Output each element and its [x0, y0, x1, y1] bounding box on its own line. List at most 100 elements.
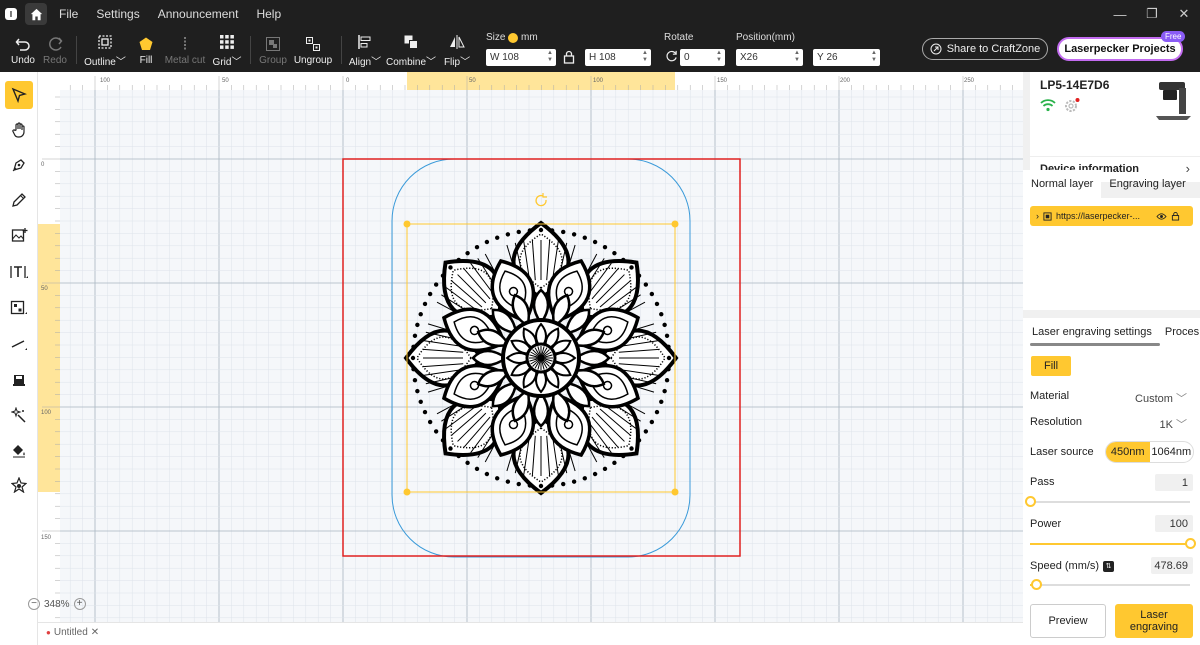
file-tab[interactable]: ● Untitled ✕: [46, 627, 99, 638]
close-tab-icon[interactable]: ✕: [91, 627, 99, 638]
power-input[interactable]: 100: [1155, 515, 1193, 532]
align-button[interactable]: Align﹀: [348, 28, 382, 72]
group-button[interactable]: Group: [258, 28, 288, 72]
speed-slider-knob[interactable]: [1031, 579, 1043, 590]
laser-engraving-button[interactable]: Laser engraving: [1115, 604, 1193, 638]
preview-button[interactable]: Preview: [1030, 604, 1106, 638]
ruler-top-label: 100: [100, 78, 111, 84]
x-stepper-icon[interactable]: ▲ ▼: [794, 50, 800, 64]
height-value: 108: [599, 52, 616, 63]
tab-engraving-layer[interactable]: Engraving layer: [1101, 170, 1193, 198]
gear-icon[interactable]: [1063, 97, 1081, 113]
tab-process[interactable]: Proces: [1152, 318, 1199, 346]
fill-button[interactable]: Fill: [132, 28, 160, 72]
position-label: Position(mm): [736, 32, 795, 43]
ungroup-button[interactable]: Ungroup: [293, 28, 333, 72]
line-tool[interactable]: [5, 330, 33, 358]
magic-tool[interactable]: [5, 401, 33, 429]
material-row[interactable]: Material Custom ﹀: [1030, 390, 1193, 405]
resolution-value: 1K: [1159, 419, 1173, 431]
text-tool[interactable]: [5, 258, 33, 286]
flip-button[interactable]: Flip﹀: [442, 28, 472, 72]
metal-cut-button[interactable]: Metal cut: [163, 28, 207, 72]
lock-ratio-button[interactable]: [563, 50, 575, 67]
barcode-tool[interactable]: [5, 294, 33, 322]
paint-bucket-tool[interactable]: [5, 436, 33, 464]
redo-button[interactable]: Redo: [40, 28, 70, 72]
y-stepper-icon[interactable]: ▲ ▼: [871, 50, 877, 64]
speed-slider[interactable]: [1030, 579, 1190, 590]
resolution-select[interactable]: 1K ﹀: [1159, 416, 1187, 432]
width-input[interactable]: W 108 ▲ ▼: [486, 49, 556, 66]
tab-normal-layer[interactable]: Normal layer: [1023, 170, 1102, 198]
pass-slider[interactable]: [1025, 496, 1190, 507]
eye-visibility-icon[interactable]: [1156, 212, 1167, 221]
lock-layer-icon[interactable]: [1171, 211, 1180, 221]
stamp-icon: [13, 375, 25, 386]
pencil-tool[interactable]: [5, 186, 33, 214]
minimize-icon[interactable]: —: [1104, 0, 1136, 28]
image-tool[interactable]: [5, 221, 33, 249]
resize-handle-bottom-right[interactable]: [671, 488, 679, 496]
laser-source-1064nm[interactable]: 1064nm: [1150, 442, 1194, 462]
tab-laser-engraving-settings[interactable]: Laser engraving settings: [1023, 318, 1152, 346]
resize-handle-top-left[interactable]: [403, 220, 411, 228]
size-label: Size: [486, 32, 506, 43]
speed-unit-toggle-icon[interactable]: ⇅: [1103, 560, 1115, 572]
metal-cut-label: Metal cut: [164, 54, 206, 66]
design-canvas[interactable]: 100 50 0 50 100 150 200 250 0 50 100 150: [38, 72, 1023, 622]
power-slider[interactable]: [1030, 538, 1196, 549]
restore-icon[interactable]: ❐: [1136, 0, 1168, 28]
close-icon[interactable]: ✕: [1168, 0, 1200, 28]
menu-file[interactable]: File: [59, 7, 78, 21]
layer-item[interactable]: › https://laserpecker-...: [1030, 206, 1193, 226]
resolution-row[interactable]: Resolution 1K ﹀: [1030, 416, 1193, 431]
zoom-out-icon[interactable]: −: [28, 598, 40, 610]
height-input[interactable]: H 108 ▲ ▼: [585, 49, 651, 66]
material-label: Material: [1030, 390, 1070, 402]
pass-input[interactable]: 1: [1155, 474, 1193, 491]
width-value: 108: [502, 52, 519, 63]
pattern-tool[interactable]: [5, 471, 33, 499]
zoom-in-icon[interactable]: +: [73, 598, 86, 610]
outline-icon: [98, 34, 112, 49]
rotate-input[interactable]: 0 ▲ ▼: [680, 49, 725, 66]
menu-announcement[interactable]: Announcement: [158, 7, 239, 21]
width-stepper-icon[interactable]: ▲ ▼: [547, 50, 553, 64]
outline-button[interactable]: Outline﹀: [84, 28, 126, 72]
height-stepper-icon[interactable]: ▲ ▼: [642, 50, 648, 64]
stamp-tool[interactable]: [5, 366, 33, 394]
rotate-stepper-icon[interactable]: ▲ ▼: [716, 50, 722, 64]
home-button[interactable]: [25, 3, 47, 25]
grid-button[interactable]: Grid﹀: [212, 28, 242, 72]
combine-button[interactable]: Combine﹀: [386, 28, 436, 72]
mode-fill-chip[interactable]: Fill: [1031, 356, 1071, 376]
resize-handle-bottom-left[interactable]: [403, 488, 411, 496]
menu-help[interactable]: Help: [256, 7, 281, 21]
magic-wand-icon: [10, 407, 26, 423]
unit-toggle[interactable]: mm: [508, 32, 538, 43]
share-label: Share to CraftZone: [946, 43, 1041, 55]
select-tool[interactable]: [5, 81, 33, 109]
share-to-craftzone-button[interactable]: Share to CraftZone: [922, 38, 1048, 60]
laser-source-450nm[interactable]: 450nm: [1106, 442, 1150, 462]
mandala-image[interactable]: [403, 220, 679, 496]
speed-input[interactable]: 478.69: [1151, 557, 1193, 574]
pass-slider-knob[interactable]: [1025, 496, 1036, 507]
menu-settings[interactable]: Settings: [96, 7, 139, 21]
device-name: LP5-14E7D6: [1040, 78, 1110, 92]
position-x-input[interactable]: X 26 ▲ ▼: [736, 49, 803, 66]
align-label: Align: [348, 56, 372, 68]
pen-tool[interactable]: [5, 151, 33, 179]
undo-label: Undo: [11, 54, 35, 66]
position-y-input[interactable]: Y 26 ▲ ▼: [813, 49, 880, 66]
resolution-label: Resolution: [1030, 416, 1082, 428]
material-select[interactable]: Custom ﹀: [1135, 390, 1187, 406]
pan-tool[interactable]: [5, 116, 33, 144]
undo-button[interactable]: Undo: [8, 28, 38, 72]
paint-bucket-icon: [13, 445, 25, 458]
hand-icon: [12, 122, 25, 138]
resize-handle-top-right[interactable]: [671, 220, 679, 228]
power-slider-knob[interactable]: [1185, 538, 1196, 549]
expand-chevron-icon[interactable]: ›: [1036, 211, 1039, 221]
